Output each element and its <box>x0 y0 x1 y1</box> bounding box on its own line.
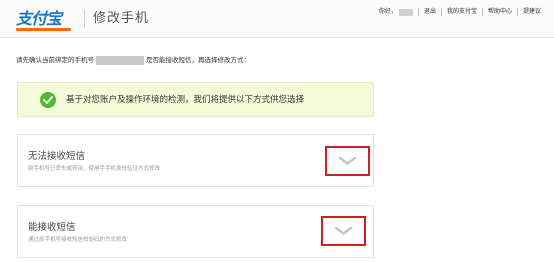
user-greeting: 你好， <box>374 8 418 16</box>
option-cannot-receive-sms[interactable]: 无法接收短信 原手机号已丢失或停用，使用手手机身份验证方式修改 <box>17 134 374 187</box>
masked-username <box>398 8 413 16</box>
notice-suffix: 是否能接收短信，再选择修改方式： <box>146 56 250 64</box>
top-navigation: 你好， 退出 我的支付宝 帮助中心 提建议 <box>374 6 546 18</box>
confirm-phone-notice: 请先确认当前绑定的手机号 是否能接收短信，再选择修改方式： <box>16 55 250 65</box>
header-divider <box>84 10 85 28</box>
my-alipay-link[interactable]: 我的支付宝 <box>440 8 482 16</box>
help-center-link[interactable]: 帮助中心 <box>481 8 517 16</box>
chevron-down-icon <box>339 157 356 165</box>
page-title: 修改手机 <box>93 11 150 26</box>
expand-toggle[interactable] <box>321 216 366 246</box>
detection-info-box: 基于对您账户及操作环境的检测，我们将提供以下方式供您选择 <box>17 82 374 117</box>
chevron-down-icon <box>335 227 352 235</box>
greeting-text: 你好， <box>378 8 397 15</box>
alipay-logo[interactable]: 支付宝 <box>16 8 78 32</box>
feedback-link[interactable]: 提建议 <box>516 8 546 16</box>
logout-link[interactable]: 退出 <box>417 8 441 16</box>
masked-phone-number <box>96 55 144 65</box>
detection-info-text: 基于对您账户及操作环境的检测，我们将提供以下方式供您选择 <box>66 95 305 105</box>
option-title: 能接收短信 <box>28 222 76 233</box>
option-title: 无法接收短信 <box>28 151 86 162</box>
option-description: 通过原手机号接收短信校验码的方式修改 <box>28 237 128 243</box>
notice-prefix: 请先确认当前绑定的手机号 <box>16 56 94 64</box>
option-description: 原手机号已丢失或停用，使用手手机身份验证方式修改 <box>28 166 161 172</box>
page-header: 支付宝 修改手机 你好， 退出 我的支付宝 帮助中心 提建议 <box>0 0 554 38</box>
check-circle-icon <box>40 92 56 108</box>
logo-underline <box>16 28 71 31</box>
option-can-receive-sms[interactable]: 能接收短信 通过原手机号接收短信校验码的方式修改 <box>17 205 374 258</box>
logo-text: 支付宝 <box>16 9 62 28</box>
expand-toggle[interactable] <box>325 146 370 176</box>
